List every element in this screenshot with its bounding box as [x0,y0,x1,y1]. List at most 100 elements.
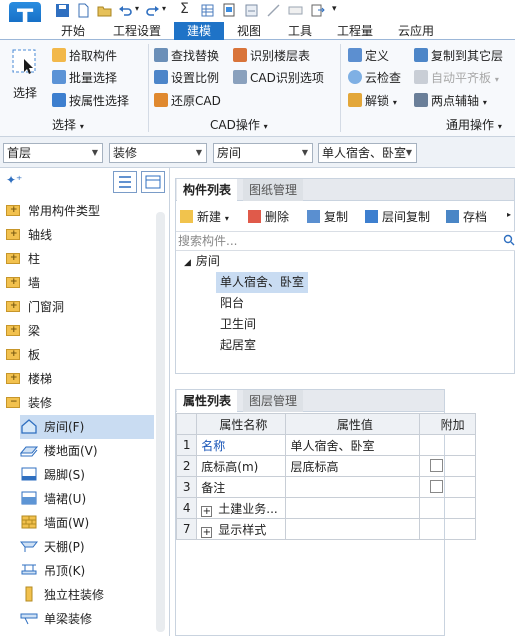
find-replace-button[interactable]: 查找替换 [154,46,219,66]
redo-dropdown-icon[interactable]: ▾ [162,4,166,13]
undo-icon[interactable] [118,3,133,18]
set-ratio-button[interactable]: 设置比例 [154,68,219,88]
component-item[interactable]: 单人宿舍、卧室 [216,272,308,293]
collapse-triangle-icon[interactable]: ◢ [184,258,191,268]
expand-plus-icon[interactable]: + [201,526,213,538]
copy-between-floors-button[interactable]: 层间复制 [365,207,430,227]
property-value[interactable]: 层底标高 [285,455,421,477]
tab-start[interactable]: 开始 [50,22,96,40]
delete-component-button[interactable]: 删除 [248,207,289,227]
toolbar-overflow-icon[interactable]: ▸ [507,210,511,219]
select-by-attribute-button[interactable]: 按属性选择 [52,91,129,111]
export-icon[interactable] [310,3,325,18]
summary-table-icon[interactable] [200,3,215,18]
group-cad-label[interactable]: CAD操作 ▾ [210,117,268,133]
tree-category-slab[interactable]: + 板 [6,343,40,367]
attach-checkbox[interactable] [430,480,444,493]
copy-to-other-floor-button[interactable]: 复制到其它层 [414,46,503,66]
component-item[interactable]: 阳台 [216,293,244,314]
property-value[interactable]: 单人宿舍、卧室 [285,434,421,456]
customize-quick-access-icon[interactable]: ▾ [332,4,337,14]
tab-cloud[interactable]: 云应用 [390,22,442,40]
tree-item-suspended-ceiling[interactable]: 吊顶(K) [20,559,154,583]
tree-item-ceiling[interactable]: 天棚(P) [20,535,154,559]
property-value[interactable] [285,476,421,498]
copy-component-button[interactable]: 复制 [307,207,348,227]
property-group[interactable]: + 显示样式 [196,518,287,540]
add-favorite-icon[interactable]: ✦⁺ [6,173,22,187]
grid-view-icon[interactable] [141,171,165,193]
tree-item-wall-surface[interactable]: 墙面(W) [20,511,154,535]
search-icon[interactable] [503,234,515,246]
tree-category-common[interactable]: + 常用构件类型 [6,199,100,223]
component-type-dropdown[interactable]: 房间 ▼ [213,143,313,163]
undo-dropdown-icon[interactable]: ▾ [135,4,139,13]
tree-item-skirting[interactable]: 踢脚(S) [20,463,154,487]
cloud-check-button[interactable]: 云检查 [348,68,401,88]
tree-category-wall[interactable]: + 墙 [6,271,40,295]
tree-item-beam-finish[interactable]: 单梁装修 [20,607,154,631]
identify-floor-table-button[interactable]: 识别楼层表 [233,46,310,66]
tree-item-floor[interactable]: 楼地面(V) [20,439,154,463]
tab-modeling[interactable]: 建模 [174,22,224,40]
tree-scrollbar[interactable] [156,212,165,632]
redo-icon[interactable] [145,3,160,18]
tab-view[interactable]: 视图 [228,22,270,40]
view-icon[interactable] [244,3,259,18]
table-row[interactable]: 4 + 土建业务... [175,497,476,519]
tab-project-settings[interactable]: 工程设置 [104,22,170,40]
tab-quantity[interactable]: 工程量 [330,22,380,40]
tree-item-dado[interactable]: 墙裙(U) [20,487,154,511]
expand-plus-icon[interactable]: + [201,505,213,517]
restore-cad-button[interactable]: 还原CAD [154,91,221,111]
tree-category-decoration[interactable]: − 装修 [6,391,52,415]
new-file-icon[interactable] [76,3,91,18]
select-big-button[interactable]: 选择 [5,44,45,112]
table-row[interactable]: 3 备注 [175,476,476,498]
tab-property-list[interactable]: 属性列表 [177,390,238,412]
folder-icon: + [6,373,20,384]
draw-line-icon[interactable] [266,3,281,18]
floor-dropdown[interactable]: 首层 ▼ [3,143,103,163]
tree-item-room[interactable]: 房间(F) [20,415,154,439]
category-dropdown[interactable]: 装修 ▼ [109,143,207,163]
component-item[interactable]: 起居室 [216,335,256,356]
save-icon[interactable] [55,3,70,18]
tree-item-column-finish[interactable]: 独立柱装修 [20,583,154,607]
group-common-label[interactable]: 通用操作 ▾ [446,117,502,133]
component-dropdown[interactable]: 单人宿舍、卧室 ▼ [318,143,417,163]
cad-options-button[interactable]: CAD识别选项 [233,68,324,88]
batch-select-button[interactable]: 批量选择 [52,68,117,88]
component-item[interactable]: 卫生间 [216,314,256,335]
tree-category-beam[interactable]: + 梁 [6,319,40,343]
component-tree-root[interactable]: ◢ 房间 [184,251,220,272]
open-folder-icon[interactable] [97,3,112,18]
unlock-button[interactable]: 解锁 ▾ [348,91,397,111]
two-point-axis-button[interactable]: 两点辅轴 ▾ [414,91,487,111]
table-row[interactable]: 7 + 显示样式 [175,518,476,540]
table-row[interactable]: 2 底标高(m) 层底标高 [175,455,476,477]
pick-component-button[interactable]: 拾取构件 [52,46,117,66]
archive-button[interactable]: 存档 [446,207,487,227]
list-view-icon[interactable] [113,171,137,193]
auto-level-slab-button[interactable]: 自动平齐板 ▾ [414,68,499,88]
report-icon[interactable] [222,3,237,18]
new-component-button[interactable]: 新建 ▾ [180,207,229,227]
tab-component-list[interactable]: 构件列表 [177,179,238,201]
property-group[interactable]: + 土建业务... [196,497,287,519]
sum-icon[interactable]: Σ [180,1,189,17]
component-search-input[interactable] [176,232,486,250]
group-select-expand-icon: ▾ [79,122,84,131]
tab-tools[interactable]: 工具 [280,22,320,40]
tree-category-stair[interactable]: + 楼梯 [6,367,52,391]
ruler-icon[interactable] [288,3,303,18]
tab-drawing-management[interactable]: 图纸管理 [243,179,304,201]
attach-checkbox[interactable] [430,459,444,472]
define-button[interactable]: 定义 [348,46,389,66]
table-row[interactable]: 1 名称 单人宿舍、卧室 [175,434,476,456]
tree-category-column[interactable]: + 柱 [6,247,40,271]
group-select-label[interactable]: 选择 ▾ [52,117,84,133]
tree-category-axis[interactable]: + 轴线 [6,223,52,247]
tree-category-openings[interactable]: + 门窗洞 [6,295,64,319]
tab-layer-management[interactable]: 图层管理 [243,390,304,412]
